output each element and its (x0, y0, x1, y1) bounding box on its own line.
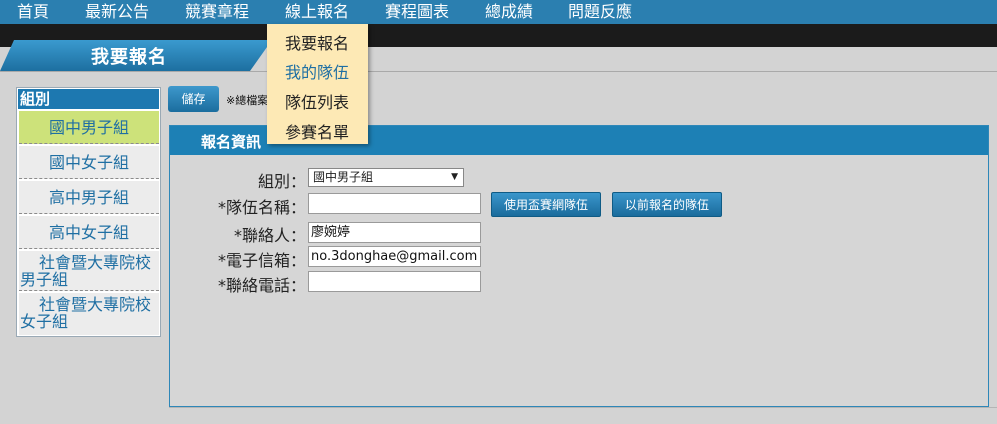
nav-schedule[interactable]: 賽程圖表 (385, 0, 449, 24)
phone-label: *聯絡電話： (217, 276, 306, 295)
sidebar-item-label: 高中男子組 (48, 188, 129, 207)
sidebar-item-label-line1: 社會暨大專院校 (39, 253, 152, 272)
menu-item-my-team[interactable]: 我的隊伍 (285, 59, 349, 83)
sidebar-item-label: 高中女子組 (48, 223, 129, 242)
sidebar-item-senior-girls[interactable]: 高中女子組 (19, 216, 159, 249)
nav-online-registration[interactable]: 線上報名 (285, 0, 349, 24)
page-title: 我要報名 (91, 47, 167, 68)
divider (0, 71, 997, 72)
save-button[interactable]: 儲存 (168, 86, 219, 112)
group-select[interactable]: 國中男子組 ▼ (308, 168, 464, 187)
panel-title: 報名資訊 (201, 133, 262, 151)
nav-rules[interactable]: 競賽章程 (185, 0, 249, 24)
nav-news[interactable]: 最新公告 (85, 0, 149, 24)
team-name-input[interactable] (308, 193, 481, 214)
caret-down-icon: ▼ (451, 172, 458, 182)
group-label: 組別： (257, 172, 306, 191)
menu-item-register[interactable]: 我要報名 (285, 30, 349, 54)
divider (169, 407, 997, 408)
top-nav: 首頁 最新公告 競賽章程 線上報名 賽程圖表 總成績 問題反應 (0, 0, 997, 24)
sidebar-item-label-line1: 社會暨大專院校 (39, 295, 152, 314)
sidebar-heading: 組別 (18, 89, 159, 109)
sidebar-item-college-women[interactable]: 社會暨大專院校 女子組 (19, 293, 159, 335)
nav-feedback[interactable]: 問題反應 (568, 0, 632, 24)
nav-home[interactable]: 首頁 (17, 0, 49, 24)
nav-total-score[interactable]: 總成績 (485, 0, 533, 24)
note-text: ※總檔案 (226, 94, 269, 107)
page-title-banner: 我要報名 (0, 40, 272, 71)
contact-input[interactable]: 廖婉婷 (308, 222, 481, 243)
contact-label: *聯絡人： (233, 226, 306, 245)
email-label: *電子信箱： (217, 251, 306, 270)
sidebar-item-junior-boys[interactable]: 國中男子組 (19, 111, 159, 144)
sidebar-item-label-line2: 男子組 (20, 270, 69, 289)
group-select-value: 國中男子組 (313, 170, 374, 184)
team-name-label: *隊伍名稱： (217, 198, 306, 217)
use-team-button[interactable]: 使用盃賽網隊伍 (491, 192, 601, 217)
previous-team-button[interactable]: 以前報名的隊伍 (612, 192, 722, 217)
menu-item-team-list[interactable]: 隊伍列表 (285, 89, 349, 113)
sidebar-item-label: 國中男子組 (48, 118, 129, 137)
phone-input[interactable] (308, 271, 481, 292)
sidebar-item-junior-girls[interactable]: 國中女子組 (19, 146, 159, 179)
sidebar-item-college-men[interactable]: 社會暨大專院校 男子組 (19, 251, 159, 291)
email-input[interactable]: no.3donghae@gmail.com (308, 246, 481, 267)
menu-item-participant-list[interactable]: 參賽名單 (285, 119, 349, 143)
registration-dropdown-menu: 我要報名 我的隊伍 隊伍列表 參賽名單 (267, 24, 368, 144)
sidebar-item-senior-boys[interactable]: 高中男子組 (19, 181, 159, 214)
group-sidebar: 組別 國中男子組 國中女子組 高中男子組 高中女子組 社會暨大專院校 男子組 社… (16, 87, 161, 337)
sidebar-item-label: 國中女子組 (48, 153, 129, 172)
sidebar-item-label-line2: 女子組 (20, 312, 69, 331)
